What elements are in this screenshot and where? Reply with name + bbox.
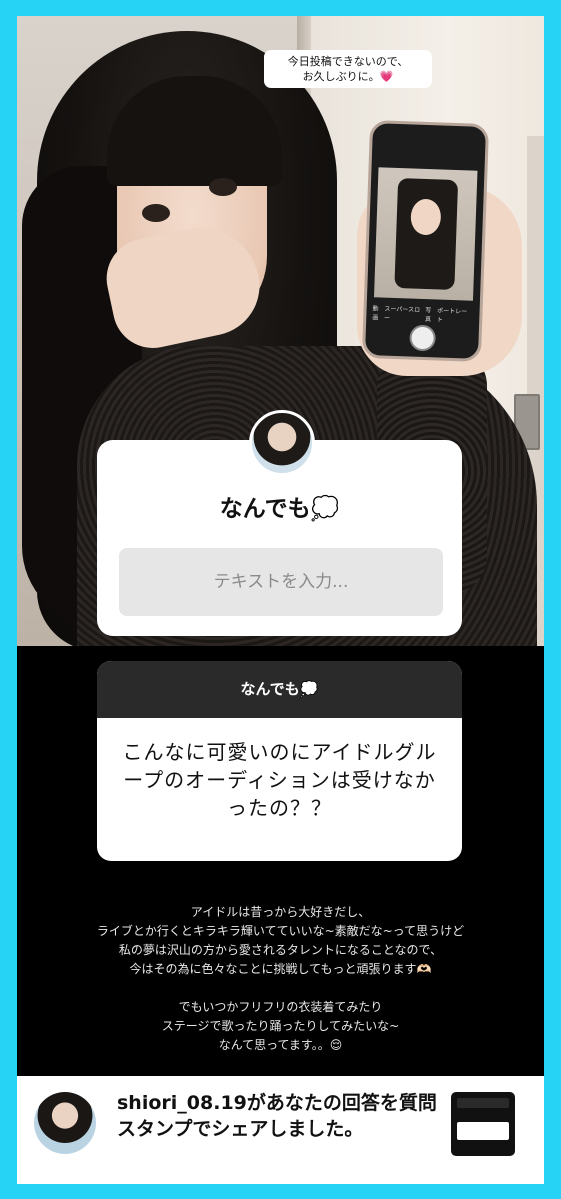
reply-line: ライブとか行くとキラキラ輝いてていいな~素敵だな~って思うけど (96, 924, 465, 938)
answer-card-header: なんでも💭 (97, 661, 462, 718)
sticker-title: なんでも💭 (219, 496, 340, 522)
right-eye (209, 178, 237, 196)
story-frame: 動画 スーパースロー 写真 ポートレート 今日投稿できないので、 お久しぶりに。… (17, 16, 544, 1184)
reply-line: 私の夢は沢山の方から愛されるタレントになることなので、 (118, 943, 443, 957)
phone-screen-reflection (394, 178, 459, 291)
camera-mode: 写真 (424, 307, 432, 324)
story-caption: 今日投稿できないので、 お久しぶりに。💗 (264, 50, 432, 88)
camera-modes: 動画 スーパースロー 写真 ポートレート (372, 303, 472, 324)
caption-line: お久しぶりに。💗 (302, 70, 394, 83)
sticker-avatar (249, 410, 315, 476)
notification-text: shiori_08.19があなたの回答を質問スタンプでシェアしました。 (117, 1092, 437, 1140)
thumbnail-card (457, 1122, 509, 1140)
left-eye (142, 204, 170, 222)
reply-line: ステージで歌ったり踊ったりしてみたいな~ (161, 1019, 400, 1033)
reply-line: でもいつかフリフリの衣装着てみたり (178, 1000, 383, 1014)
reply-line: 今はその為に色々なことに挑戦してもっと頑張ります🫶🏻 (129, 962, 432, 976)
camera-mode: 動画 (372, 305, 379, 322)
question-answer-card: なんでも💭 こんなに可愛いのにアイドルグループのオーディションは受けなかったの？… (97, 661, 462, 861)
smartphone: 動画 スーパースロー 写真 ポートレート (361, 119, 490, 363)
reply-text: アイドルは昔っから大好きだし、 ライブとか行くとキラキラ輝いてていいな~素敵だな… (17, 903, 544, 1055)
share-notification[interactable]: shiori_08.19があなたの回答を質問スタンプでシェアしました。 (17, 1076, 544, 1184)
avatar[interactable] (34, 1092, 96, 1154)
answer-card-question: こんなに可愛いのにアイドルグループのオーディションは受けなかったの？？ (122, 740, 437, 820)
camera-mode: ポートレート (436, 307, 468, 324)
reply-line: なんて思ってます。。😌 (218, 1038, 343, 1052)
phone-screen (374, 167, 478, 301)
question-input[interactable]: テキストを入力... (119, 548, 443, 616)
phone-screen-face (410, 198, 442, 236)
camera-mode: スーパースロー (383, 305, 421, 322)
reply-line: アイドルは昔っから大好きだし、 (190, 905, 371, 919)
thumbnail-header (457, 1098, 509, 1108)
story-thumbnail[interactable] (451, 1092, 515, 1156)
caption-line: 今日投稿できないので、 (287, 55, 409, 68)
shutter-icon (409, 324, 437, 352)
